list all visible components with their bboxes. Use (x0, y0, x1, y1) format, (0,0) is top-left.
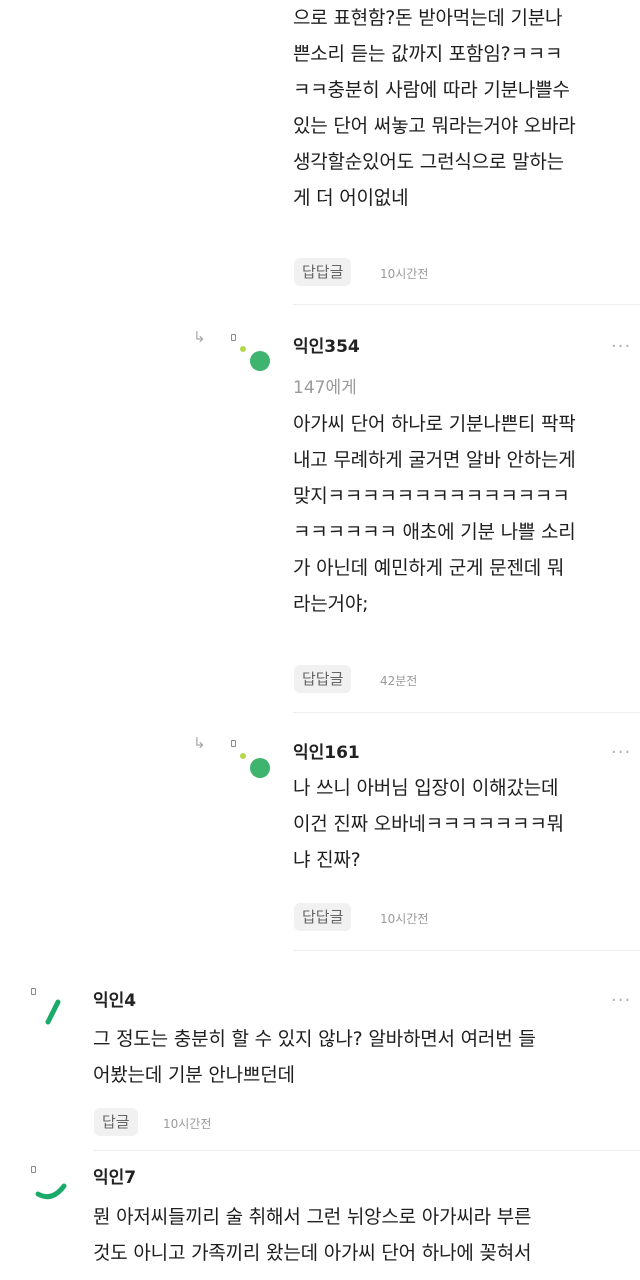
comment-body: 나 쓰니 아버님 입장이 이해갔는데 이건 진짜 오바네ㅋㅋㅋㅋㅋㅋㅋ뭐 냐 진… (293, 770, 633, 878)
avatar-icon (250, 758, 270, 778)
divider (293, 712, 640, 713)
divider (293, 304, 640, 305)
comment-body: 뭔 아저씨들끼리 술 취해서 그런 뉘앙스로 아가씨라 부른 것도 아니고 가족… (93, 1199, 638, 1271)
comment-line: 맞지ㅋㅋㅋㅋㅋㅋㅋㅋㅋㅋㅋㅋㅋㅋ (293, 485, 570, 507)
more-options-icon[interactable]: ··· (611, 744, 631, 762)
comment-line: 라는거야; (293, 593, 369, 615)
comment-nickname[interactable]: 익인7 (93, 1163, 136, 1188)
avatar-icon (35, 1183, 67, 1200)
comment-line: 그 정도는 충분히 할 수 있지 않나? 알바하면서 여러번 들 (93, 1028, 536, 1050)
reply-arrow-icon: ↳ (193, 734, 206, 752)
comment-line: 아가씨 단어 하나로 기분나쁜티 팍팍 (293, 413, 576, 435)
reply-target[interactable]: 147에게 (293, 373, 357, 398)
comment-line: 내고 무례하게 굴거면 알바 안하는게 (293, 449, 576, 471)
comment-nickname[interactable]: 익인161 (293, 738, 360, 763)
comment-line: 생각할순있어도 그런식으로 말하는 (293, 151, 564, 173)
comment-body: 으로 표현함?돈 받아먹는데 기분나 쁜소리 듣는 값까지 포함임?ㅋㅋㅋ ㅋㅋ… (293, 0, 633, 216)
comment-line: 있는 단어 써놓고 뭐라는거야 오바라 (293, 115, 576, 137)
reply-button[interactable]: 답글 (94, 1108, 138, 1136)
comment-time: 42분전 (380, 674, 418, 688)
comment-line: ㅋㅋ충분히 사람에 따라 기분나쁠수 (293, 79, 570, 101)
comment-nickname[interactable]: 익인354 (293, 332, 360, 357)
comment-line: 나 쓰니 아버님 입장이 이해갔는데 (293, 777, 559, 799)
comment-body: 아가씨 단어 하나로 기분나쁜티 팍팍 내고 무례하게 굴거면 알바 안하는게 … (293, 406, 633, 622)
comment-line: 어봤는데 기분 안나쁘던데 (93, 1064, 295, 1086)
comment-line: 것도 아니고 가족끼리 왔는데 아가씨 단어 하나에 꽂혀서 (93, 1242, 532, 1264)
comment-line: ㅋㅋㅋㅋㅋㅋ 애초에 기분 나쁠 소리 (293, 521, 576, 543)
avatar-icon (45, 999, 61, 1025)
comment-line: 으로 표현함?돈 받아먹는데 기분나 (293, 7, 563, 29)
comment-line: 게 더 어이없네 (293, 187, 409, 209)
lock-icon (231, 740, 236, 747)
comment-time: 10시간전 (380, 267, 429, 281)
comment-line: 냐 진짜? (293, 849, 361, 871)
reply-button[interactable]: 답답글 (294, 903, 352, 931)
comment-line: 가 아닌데 예민하게 군게 문젠데 뭐 (293, 557, 565, 579)
lock-icon (231, 334, 236, 341)
comment-time: 10시간전 (380, 912, 429, 926)
comment-line: 뭔 아저씨들끼리 술 취해서 그런 뉘앙스로 아가씨라 부른 (93, 1206, 532, 1228)
more-options-icon[interactable]: ··· (611, 338, 631, 356)
avatar-dot-icon (240, 753, 246, 759)
avatar-icon (250, 351, 270, 371)
reply-arrow-icon: ↳ (193, 328, 206, 346)
comment-body: 그 정도는 충분히 할 수 있지 않나? 알바하면서 여러번 들 어봤는데 기분… (93, 1021, 638, 1093)
comment-nickname[interactable]: 익인4 (93, 986, 136, 1011)
comment-time: 10시간전 (163, 1117, 212, 1131)
divider (93, 1150, 640, 1151)
reply-button[interactable]: 답답글 (294, 258, 352, 286)
lock-icon (31, 988, 36, 995)
more-options-icon[interactable]: ··· (611, 992, 631, 1010)
reply-button[interactable]: 답답글 (294, 665, 352, 693)
avatar-dot-icon (240, 346, 246, 352)
comment-line: 이건 진짜 오바네ㅋㅋㅋㅋㅋㅋㅋ뭐 (293, 813, 564, 835)
comment-line: 쁜소리 듣는 값까지 포함임?ㅋㅋㅋ (293, 43, 563, 65)
divider (293, 950, 640, 951)
